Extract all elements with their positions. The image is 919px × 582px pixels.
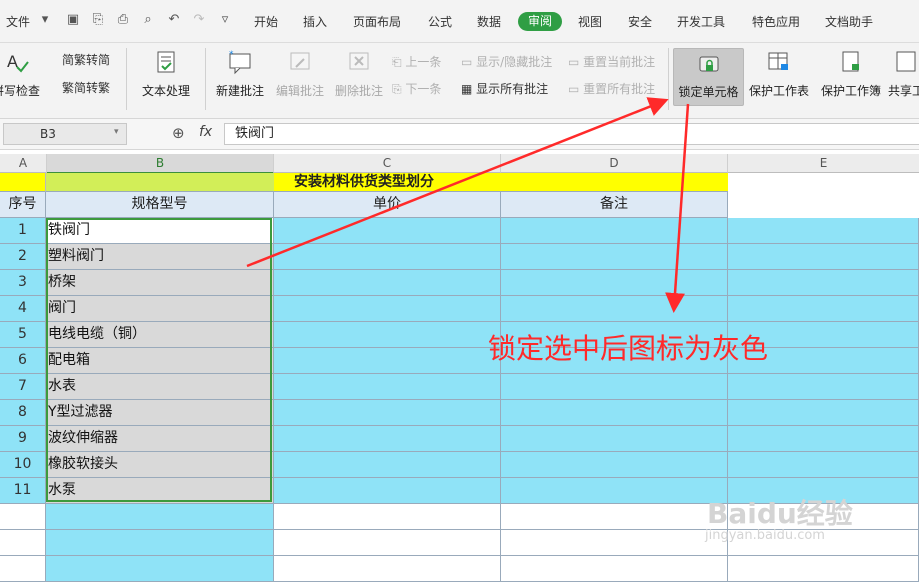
baidu-logo: Baidu经验 xyxy=(707,497,853,530)
arrow-to-annotation xyxy=(665,103,690,313)
annotation-arrows xyxy=(246,97,690,313)
annotation-text: 锁定选中后图标为灰色 xyxy=(488,332,769,365)
arrow-to-lock-button xyxy=(246,97,669,268)
watermark-url: jingyan.baidu.com xyxy=(705,528,825,543)
